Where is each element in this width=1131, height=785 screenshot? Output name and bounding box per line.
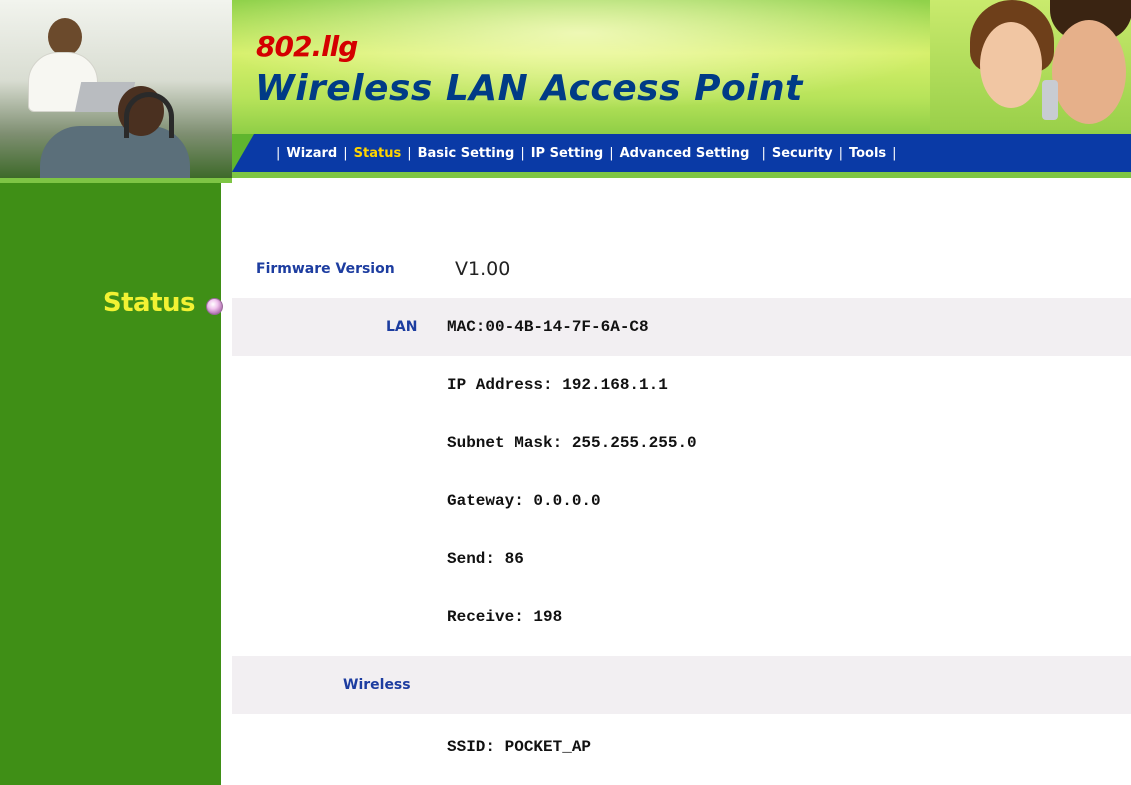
nav-items: | Wizard | Status | Basic Setting | IP S… — [270, 134, 903, 172]
ip-address-value: IP Address: 192.168.1.1 — [447, 376, 668, 394]
nav-link-ip-setting[interactable]: IP Setting — [531, 146, 604, 161]
firmware-label: Firmware Version — [256, 261, 395, 277]
lan-mac-value: MAC:00-4B-14-7F-6A-C8 — [447, 318, 649, 336]
sidebar: Status — [0, 183, 223, 785]
firmware-value: V1.00 — [455, 258, 511, 280]
subnet-mask-value: Subnet Mask: 255.255.255.0 — [447, 434, 697, 452]
person-face — [980, 22, 1042, 108]
banner-photo-left — [0, 0, 232, 178]
lan-row: LAN MAC:00-4B-14-7F-6A-C8 — [232, 298, 1131, 356]
nav-separator: | — [276, 145, 281, 161]
gateway-value: Gateway: 0.0.0.0 — [447, 492, 601, 510]
nav-link-advanced-setting[interactable]: Advanced Setting — [620, 146, 750, 161]
nav-separator: | — [407, 145, 412, 161]
lan-label: LAN — [386, 319, 418, 335]
nav-separator: | — [761, 145, 766, 161]
headphones-icon — [124, 92, 174, 138]
banner-photo-right — [930, 0, 1131, 130]
nav-link-tools[interactable]: Tools — [849, 146, 886, 161]
nav-link-basic-setting[interactable]: Basic Setting — [418, 146, 515, 161]
gateway-row: Gateway: 0.0.0.0 — [232, 472, 1131, 530]
wireless-label: Wireless — [343, 677, 411, 693]
brand-model: 802.llg — [256, 30, 358, 63]
sidebar-title: Status — [102, 288, 196, 318]
ip-address-row: IP Address: 192.168.1.1 — [232, 356, 1131, 414]
send-value: Send: 86 — [447, 550, 524, 568]
brand-title: Wireless LAN Access Point — [255, 68, 803, 109]
status-panel: Firmware Version V1.00 LAN MAC:00-4B-14-… — [232, 183, 1131, 785]
nav-link-wizard[interactable]: Wizard — [286, 146, 337, 161]
ssid-row: SSID: POCKET_AP — [232, 718, 1131, 776]
nav-link-status[interactable]: Status — [354, 146, 402, 161]
subnet-mask-row: Subnet Mask: 255.255.255.0 — [232, 414, 1131, 472]
nav-underline — [232, 172, 1131, 178]
phone-icon — [1042, 80, 1058, 120]
receive-value: Receive: 198 — [447, 608, 563, 626]
nav-separator: | — [520, 145, 525, 161]
nav-separator: | — [343, 145, 348, 161]
nav-separator: | — [609, 145, 614, 161]
person-face — [1052, 20, 1126, 124]
firmware-row: Firmware Version V1.00 — [232, 240, 1131, 298]
nav-separator: | — [838, 145, 843, 161]
header-banner: 802.llg Wireless LAN Access Point | Wiza… — [0, 0, 1131, 178]
send-row: Send: 86 — [232, 530, 1131, 588]
bullet-icon — [206, 298, 223, 315]
person-head — [48, 18, 82, 56]
receive-row: Receive: 198 — [232, 588, 1131, 646]
top-nav: | Wizard | Status | Basic Setting | IP S… — [232, 134, 1131, 172]
ssid-value: SSID: POCKET_AP — [447, 738, 592, 756]
nav-link-security[interactable]: Security — [772, 146, 833, 161]
nav-separator: | — [892, 145, 897, 161]
wireless-row: Wireless — [232, 656, 1131, 714]
